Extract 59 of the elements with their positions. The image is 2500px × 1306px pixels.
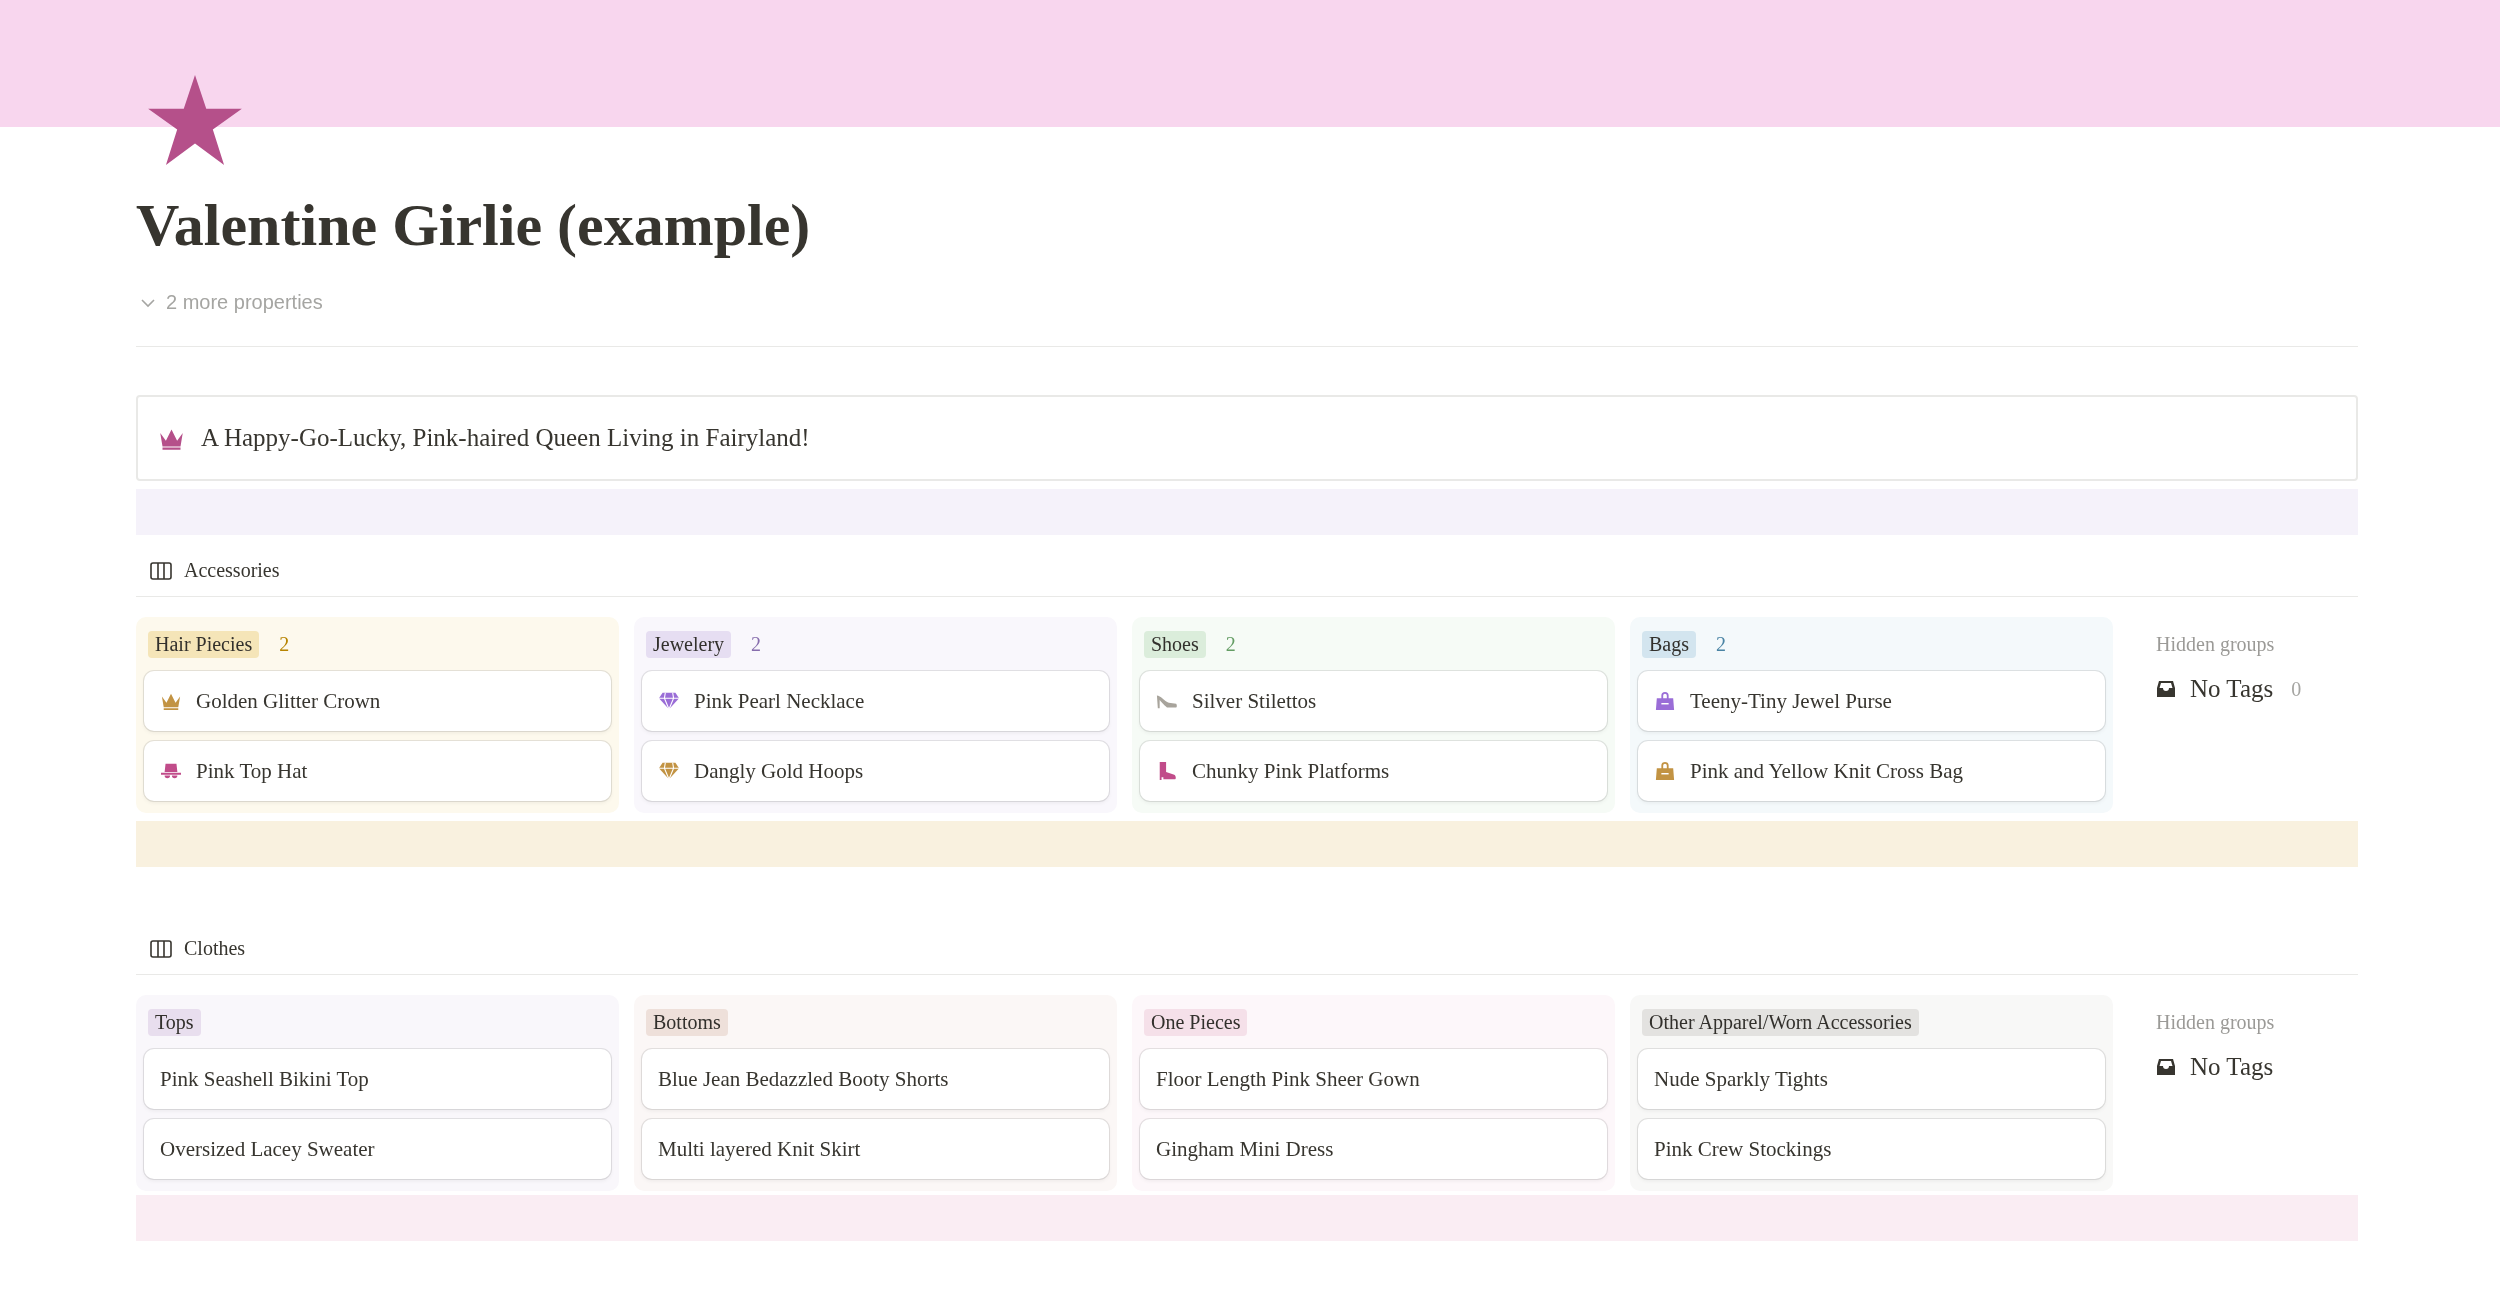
hidden-group-name[interactable]: No Tags	[2190, 1053, 2274, 1081]
item-title: Gingham Mini Dress	[1156, 1136, 1334, 1162]
item-card[interactable]: Dangly Gold Hoops	[642, 741, 1109, 801]
group-tag: Shoes	[1144, 630, 1206, 658]
item-title: Pink Crew Stockings	[1654, 1136, 1832, 1162]
item-card[interactable]: Chunky Pink Platforms	[1140, 741, 1607, 801]
item-card[interactable]: Pink Top Hat	[144, 741, 611, 801]
item-title: Teeny-Tiny Jewel Purse	[1690, 688, 1892, 714]
group-tag: Bags	[1642, 630, 1696, 658]
item-title: Blue Jean Bedazzled Booty Shorts	[658, 1066, 949, 1092]
item-card[interactable]: Pink Crew Stockings	[1638, 1119, 2105, 1179]
board-title[interactable]: Clothes	[184, 937, 246, 960]
group-tag: Bottoms	[646, 1008, 728, 1036]
group-count: 2	[1716, 632, 1726, 656]
inbox-icon	[2156, 1057, 2176, 1077]
item-title: Nude Sparkly Tights	[1654, 1066, 1828, 1092]
group-count: 2	[279, 632, 290, 656]
chevron-icon	[140, 297, 156, 308]
board-icon	[150, 561, 172, 580]
item-card[interactable]: Multi layered Knit Skirt	[642, 1119, 1109, 1179]
item-card[interactable]: Pink Pearl Necklace	[642, 671, 1109, 731]
star-icon	[148, 75, 242, 165]
group-tag: Jewelery	[646, 630, 732, 658]
hidden-group-count: 0	[2291, 677, 2302, 701]
callout-text: A Happy-Go-Lucky, Pink-haired Queen Living in Fairyland!	[201, 424, 810, 452]
group-count: 2	[1225, 632, 1236, 656]
inbox-icon	[2156, 679, 2176, 699]
group-tag: Tops	[148, 1008, 201, 1036]
item-card[interactable]: Floor Length Pink Sheer Gown	[1140, 1049, 1607, 1109]
item-title: Pink Top Hat	[196, 758, 308, 784]
group-tag: One Pieces	[1144, 1008, 1248, 1036]
item-title: Oversized Lacey Sweater	[160, 1136, 375, 1162]
item-card[interactable]: Nude Sparkly Tights	[1638, 1049, 2105, 1109]
group-count: 2	[751, 632, 762, 656]
item-title: Pink Pearl Necklace	[694, 688, 865, 714]
item-card[interactable]: Gingham Mini Dress	[1140, 1119, 1607, 1179]
item-card[interactable]: Pink and Yellow Knit Cross Bag	[1638, 741, 2105, 801]
hidden-group-name[interactable]: No Tags	[2190, 675, 2274, 703]
board-icon	[150, 939, 172, 958]
item-title: Dangly Gold Hoops	[694, 758, 864, 784]
item-title: Multi layered Knit Skirt	[658, 1136, 861, 1162]
group-tag: Hair Piecies	[148, 630, 260, 658]
item-title: Floor Length Pink Sheer Gown	[1156, 1066, 1420, 1092]
page-title: Valentine Girlie (example)	[136, 191, 812, 260]
item-card[interactable]: Silver Stilettos	[1140, 671, 1607, 731]
item-card[interactable]: Blue Jean Bedazzled Booty Shorts	[642, 1049, 1109, 1109]
item-title: Pink Seashell Bikini Top	[160, 1066, 369, 1092]
board-title[interactable]: Accessories	[184, 559, 280, 582]
group-tag: Other Apparel/Worn Accessories	[1642, 1008, 1919, 1036]
item-card[interactable]: Teeny-Tiny Jewel Purse	[1638, 671, 2105, 731]
item-card[interactable]: Pink Seashell Bikini Top	[144, 1049, 611, 1109]
item-title: Chunky Pink Platforms	[1192, 758, 1390, 784]
item-title: Silver Stilettos	[1192, 688, 1317, 714]
item-title: Golden Glitter Crown	[196, 688, 381, 714]
item-title: Pink and Yellow Knit Cross Bag	[1690, 758, 1964, 784]
hidden-groups-label: Hidden groups	[2156, 632, 2276, 658]
hidden-groups-label: Hidden groups	[2156, 1010, 2276, 1036]
item-card[interactable]: Oversized Lacey Sweater	[144, 1119, 611, 1179]
item-card[interactable]: Golden Glitter Crown	[144, 671, 611, 731]
